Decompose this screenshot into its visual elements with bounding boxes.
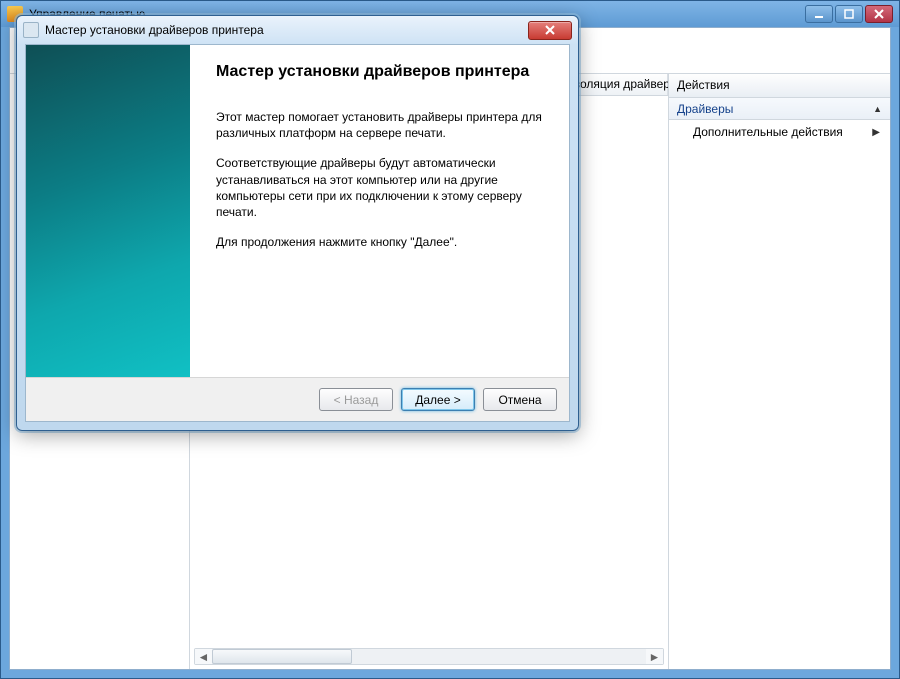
actions-pane: Действия Драйверы ▲ Дополнительные дейст… [668, 74, 890, 669]
wizard-paragraph-1: Этот мастер помогает установить драйверы… [216, 109, 543, 141]
submenu-icon: ▶ [872, 127, 880, 138]
wizard-footer: < Назад Далее > Отмена [26, 377, 569, 421]
back-button[interactable]: < Назад [319, 388, 393, 411]
maximize-button[interactable] [835, 5, 863, 23]
wizard-side-banner [26, 45, 190, 377]
scroll-right-icon[interactable]: ► [646, 649, 663, 664]
actions-group-drivers[interactable]: Драйверы ▲ [669, 98, 890, 120]
parent-window-controls [805, 5, 893, 23]
actions-item-label: Дополнительные действия [693, 125, 843, 139]
next-button[interactable]: Далее > [401, 388, 475, 411]
wizard-paragraph-2: Соответствующие драйверы будут автоматич… [216, 155, 543, 220]
horizontal-scrollbar[interactable]: ◄ ► [194, 648, 664, 665]
scroll-left-icon[interactable]: ◄ [195, 649, 212, 664]
wizard-client: Мастер установки драйверов принтера Этот… [25, 44, 570, 422]
wizard-titlebar[interactable]: Мастер установки драйверов принтера [17, 16, 578, 44]
wizard-close-button[interactable] [528, 21, 572, 40]
wizard-paragraph-3: Для продолжения нажмите кнопку "Далее". [216, 234, 543, 250]
wizard-heading: Мастер установки драйверов принтера [216, 63, 543, 81]
actions-item-additional[interactable]: Дополнительные действия ▶ [669, 120, 890, 144]
printer-icon [23, 22, 39, 38]
cancel-button[interactable]: Отмена [483, 388, 557, 411]
actions-group-label: Драйверы [677, 102, 733, 116]
scroll-thumb[interactable] [212, 649, 352, 664]
scroll-track[interactable] [212, 649, 646, 664]
wizard-title: Мастер установки драйверов принтера [45, 23, 528, 37]
actions-header: Действия [669, 74, 890, 98]
close-button[interactable] [865, 5, 893, 23]
minimize-button[interactable] [805, 5, 833, 23]
driver-install-wizard: Мастер установки драйверов принтера Маст… [16, 15, 579, 431]
wizard-main: Мастер установки драйверов принтера Этот… [26, 45, 569, 377]
collapse-icon: ▲ [873, 104, 882, 114]
wizard-content: Мастер установки драйверов принтера Этот… [190, 45, 569, 377]
